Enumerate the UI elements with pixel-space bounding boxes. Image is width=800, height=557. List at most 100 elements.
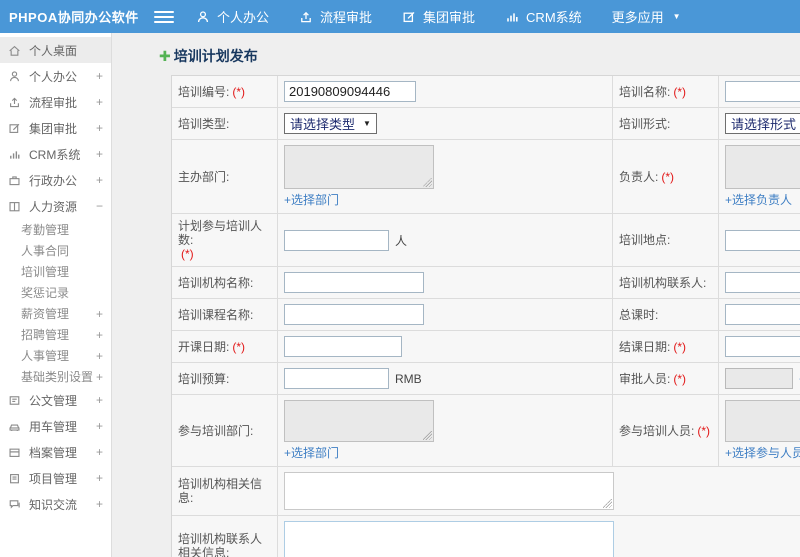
archive-icon xyxy=(8,446,23,459)
institution-contact-info-label: 培训机构联系人相关信息: xyxy=(172,516,278,557)
unit-suffix: 人 xyxy=(395,233,408,248)
sidebar-item-knowledge-exchange[interactable]: 知识交流 + xyxy=(0,491,111,517)
institution-contact-input[interactable] xyxy=(725,272,800,293)
resize-handle[interactable] xyxy=(423,178,432,187)
host-department-textarea[interactable] xyxy=(284,145,434,189)
sidebar-submenu-hr: 考勤管理 人事合同 培训管理 奖惩记录 薪资管理 + 招聘管理 + 人事管理 +… xyxy=(0,219,111,387)
hamburger-menu-icon[interactable] xyxy=(154,7,174,27)
select-department-link[interactable]: +选择部门 xyxy=(284,191,339,208)
nav-more-apps[interactable]: 更多应用 ▼ xyxy=(612,7,681,26)
sidebar-item-vehicle-management[interactable]: 用车管理 + xyxy=(0,413,111,439)
sidebar-item-workflow-approval[interactable]: 流程审批 + xyxy=(0,89,111,115)
nav-workflow-approval[interactable]: 流程审批 xyxy=(299,7,372,26)
sidebar-item-document-management[interactable]: 公文管理 + xyxy=(0,387,111,413)
approver-label: 审批人员: (*) xyxy=(613,363,719,394)
training-type-select[interactable]: 请选择类型 ▼ xyxy=(284,113,377,134)
training-number-input[interactable] xyxy=(284,81,416,102)
planned-participants-input[interactable] xyxy=(284,229,389,251)
expand-icon[interactable]: + xyxy=(93,349,103,363)
participants-textarea[interactable] xyxy=(725,400,800,442)
institution-name-label: 培训机构名称: xyxy=(172,267,278,298)
sidebar-subitem-reward-punishment-records[interactable]: 奖惩记录 xyxy=(0,282,111,303)
app-window: PHPOA协同办公软件 个人办公 流程审批 集团审批 CRM系统 更多应用 ▼ … xyxy=(0,0,800,557)
sidebar-item-crm-system[interactable]: CRM系统 + xyxy=(0,141,111,167)
collapse-icon[interactable]: − xyxy=(93,199,103,213)
sidebar-subitem-recruitment-management[interactable]: 招聘管理 + xyxy=(0,324,111,345)
course-name-input[interactable] xyxy=(284,304,424,325)
sidebar-item-project-management[interactable]: 项目管理 + xyxy=(0,465,111,491)
sidebar-item-administrative-office[interactable]: 行政办公 + xyxy=(0,167,111,193)
end-date-input[interactable] xyxy=(725,336,800,357)
page-title-bar: ✚ 培训计划发布 xyxy=(159,46,800,66)
expand-icon[interactable]: + xyxy=(93,393,103,407)
expand-icon[interactable]: + xyxy=(93,307,103,321)
clipboard-icon xyxy=(8,472,23,485)
budget-input[interactable] xyxy=(284,368,389,389)
end-date-label: 结课日期: (*) xyxy=(613,331,719,362)
sidebar-subitem-training-management[interactable]: 培训管理 xyxy=(0,261,111,282)
institution-name-input[interactable] xyxy=(284,272,424,293)
main-content: ✚ 培训计划发布 培训编号:(*) 培训名称:(*) 培训类型: xyxy=(113,33,800,557)
sidebar-item-archive-management[interactable]: 档案管理 + xyxy=(0,439,111,465)
sidebar-item-personal-desktop[interactable]: 个人桌面 xyxy=(0,37,111,63)
sidebar-subitem-personnel-contract[interactable]: 人事合同 xyxy=(0,240,111,261)
institution-contact-label: 培训机构联系人: xyxy=(613,267,719,298)
expand-icon[interactable]: + xyxy=(93,95,103,109)
total-hours-input[interactable] xyxy=(725,304,800,325)
expand-icon[interactable]: + xyxy=(93,419,103,433)
expand-icon[interactable]: + xyxy=(93,173,103,187)
training-location-input[interactable] xyxy=(725,229,800,251)
book-icon xyxy=(8,200,23,213)
expand-icon[interactable]: + xyxy=(93,328,103,342)
expand-icon[interactable]: + xyxy=(93,445,103,459)
training-plan-form: 培训编号:(*) 培训名称:(*) 培训类型: 请选择类型▼ 培训形式: xyxy=(171,75,800,557)
select-department-link[interactable]: +选择部门 xyxy=(284,444,339,461)
expand-icon[interactable]: + xyxy=(93,147,103,161)
nav-crm-system[interactable]: CRM系统 xyxy=(505,7,582,26)
sidebar-subitem-attendance-management[interactable]: 考勤管理 xyxy=(0,219,111,240)
sidebar-subitem-basic-category-settings[interactable]: 基础类别设置 + xyxy=(0,366,111,387)
chat-icon xyxy=(8,498,23,511)
top-nav-bar: PHPOA协同办公软件 个人办公 流程审批 集团审批 CRM系统 更多应用 ▼ xyxy=(0,0,800,33)
sidebar-subitem-salary-management[interactable]: 薪资管理 + xyxy=(0,303,111,324)
nav-group-approval[interactable]: 集团审批 xyxy=(402,7,475,26)
institution-info-textarea[interactable] xyxy=(284,472,614,510)
training-type-label: 培训类型: xyxy=(172,108,278,139)
budget-label: 培训预算: xyxy=(172,363,278,394)
select-participants-link[interactable]: +选择参与人员 xyxy=(725,444,800,461)
caret-down-icon: ▼ xyxy=(672,12,681,21)
planned-participants-label: 计划参与培训人数: (*) xyxy=(172,214,278,266)
select-leader-link[interactable]: +选择负责人 xyxy=(725,191,792,208)
upload-arrow-icon xyxy=(8,96,23,109)
page-title: 培训计划发布 xyxy=(173,48,258,64)
edit-square-icon xyxy=(402,10,416,24)
nav-label: CRM系统 xyxy=(526,10,582,25)
expand-icon[interactable]: + xyxy=(93,69,103,83)
expand-icon[interactable]: + xyxy=(93,370,103,384)
participating-departments-label: 参与培训部门: xyxy=(172,395,278,466)
leader-textarea[interactable] xyxy=(725,145,800,189)
bar-chart-icon xyxy=(505,10,519,24)
approver-input[interactable] xyxy=(725,368,793,389)
training-name-label: 培训名称: (*) xyxy=(613,76,719,107)
institution-contact-info-textarea[interactable] xyxy=(284,521,614,557)
training-form-select[interactable]: 请选择形式▼ xyxy=(725,113,800,134)
start-date-input[interactable] xyxy=(284,336,402,357)
host-department-label: 主办部门: xyxy=(172,140,278,213)
sidebar-item-group-approval[interactable]: 集团审批 + xyxy=(0,115,111,141)
resize-handle[interactable] xyxy=(423,431,432,440)
app-logo[interactable]: PHPOA协同办公软件 xyxy=(0,7,148,26)
sidebar-item-personal-office[interactable]: 个人办公 + xyxy=(0,63,111,89)
nav-personal-office[interactable]: 个人办公 xyxy=(196,7,269,26)
nav-label: 个人办公 xyxy=(217,10,270,25)
participating-departments-textarea[interactable] xyxy=(284,400,434,442)
expand-icon[interactable]: + xyxy=(93,497,103,511)
sidebar-item-human-resources[interactable]: 人力资源 − xyxy=(0,193,111,219)
training-name-input[interactable] xyxy=(725,81,800,102)
expand-icon[interactable]: + xyxy=(93,471,103,485)
sidebar-subitem-personnel-management[interactable]: 人事管理 + xyxy=(0,345,111,366)
person-icon xyxy=(8,70,23,83)
nav-label: 集团审批 xyxy=(423,10,476,25)
resize-handle[interactable] xyxy=(603,499,612,508)
expand-icon[interactable]: + xyxy=(93,121,103,135)
